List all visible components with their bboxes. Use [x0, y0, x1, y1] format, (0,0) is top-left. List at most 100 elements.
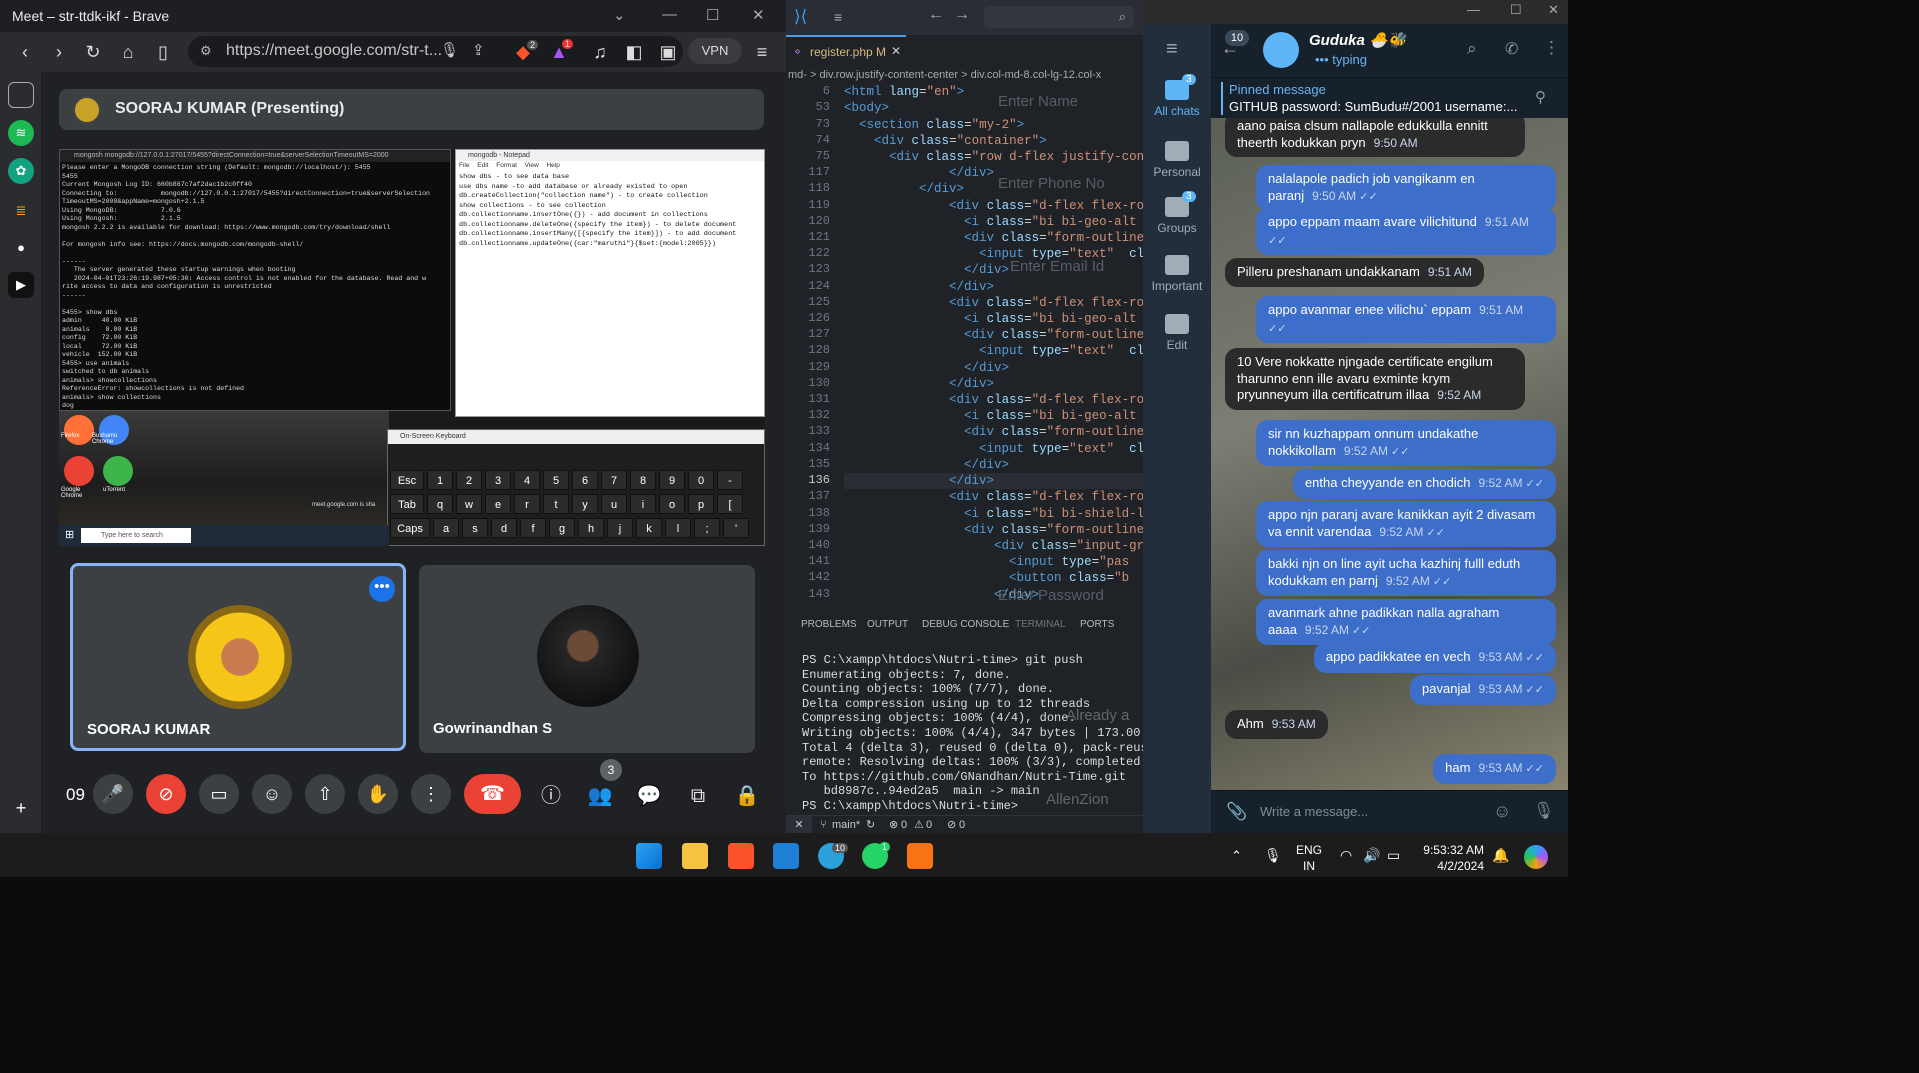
reactions-button[interactable]: ☺	[252, 774, 292, 814]
nav-back-icon[interactable]: ←	[928, 6, 944, 24]
participant-tile-self[interactable]: ••• SOORAJ KUMAR	[70, 563, 406, 751]
emoji-icon[interactable]: ☺	[1493, 801, 1511, 822]
spotify-icon[interactable]: ≋	[8, 120, 34, 146]
message-bubble[interactable]: nalalapole padich job vangikanm en paran…	[1256, 165, 1556, 211]
search-icon[interactable]: ⌕	[1467, 39, 1477, 59]
tab-output[interactable]: OUTPUT	[867, 619, 908, 630]
folder-personal[interactable]: Personal	[1145, 141, 1209, 179]
message-bubble[interactable]: appo njn paranj avare kanikkan ayit 2 di…	[1256, 501, 1556, 547]
nav-forward-icon[interactable]: →	[954, 6, 970, 24]
phone-icon[interactable]: ✆	[1505, 39, 1518, 59]
brave-icon[interactable]	[728, 843, 754, 869]
raise-hand-button[interactable]: ✋	[358, 774, 398, 814]
maximize-icon[interactable]: ☐	[706, 6, 719, 24]
error-count[interactable]: 0	[901, 816, 907, 834]
present-button[interactable]: ⇧	[305, 774, 345, 814]
captions-button[interactable]: ▭	[199, 774, 239, 814]
more-options-icon[interactable]: •••	[369, 576, 395, 602]
attach-icon[interactable]: 📎	[1226, 802, 1247, 822]
chevron-down-icon[interactable]: ⌄	[613, 6, 626, 24]
voice-mic-icon[interactable]: 🎙	[1533, 801, 1555, 821]
command-center[interactable]: ⌕	[984, 6, 1134, 28]
tab-terminal[interactable]: TERMINAL	[1015, 619, 1066, 630]
message-bubble[interactable]: avanmark ahne padikkan nalla agraham aaa…	[1256, 599, 1556, 645]
sync-icon[interactable]: ↻	[866, 816, 875, 834]
close-icon[interactable]: ✕	[752, 6, 765, 24]
pin-list-icon[interactable]: ⚲	[1535, 88, 1546, 106]
message-list[interactable]: aano paisa clsum nallapole edukkulla enn…	[1211, 118, 1568, 790]
tab-problems[interactable]: PROBLEMS	[801, 619, 857, 630]
tab-ports[interactable]: PORTS	[1080, 619, 1114, 630]
maximize-icon[interactable]: ☐	[1510, 2, 1522, 18]
close-tab-icon[interactable]: ✕	[891, 44, 901, 58]
warning-count[interactable]: 0	[926, 816, 932, 834]
people-icon[interactable]: 👥	[587, 783, 613, 809]
host-controls-icon[interactable]: 🔒	[734, 783, 760, 809]
activities-icon[interactable]: ⧉	[685, 783, 711, 809]
back-icon[interactable]: ‹	[14, 41, 36, 63]
share-icon[interactable]: ⇪	[472, 41, 485, 59]
pinned-message-bar[interactable]: Pinned message GITHUB password: SumBudu#…	[1211, 77, 1568, 118]
mic-icon[interactable]: 🎙	[440, 41, 459, 59]
system-clock[interactable]: 9:53:32 AM 4/2/2024	[1402, 842, 1484, 874]
message-bubble[interactable]: appo padikkatee en vech 9:53 AM ✓✓	[1313, 643, 1556, 673]
start-icon[interactable]	[636, 843, 662, 869]
github-icon[interactable]: ●	[8, 235, 34, 261]
chat-avatar[interactable]	[1263, 32, 1299, 68]
notification-bell-icon[interactable]: 🔔	[1492, 847, 1509, 864]
vscode-icon[interactable]	[773, 843, 799, 869]
ports-count[interactable]: 0	[959, 816, 965, 834]
chat-name[interactable]: Guduka 🐣🐝	[1309, 31, 1406, 49]
stackoverflow-icon[interactable]: ≣	[8, 198, 34, 224]
reading-list-icon[interactable]	[8, 82, 34, 108]
menu-icon[interactable]: ≡	[834, 9, 842, 25]
mic-tray-icon[interactable]: 🎙	[1264, 847, 1282, 864]
xampp-icon[interactable]	[907, 843, 933, 869]
tab-debug-console[interactable]: DEBUG CONSOLE	[922, 619, 1009, 630]
folder-all-chats[interactable]: All chats 3	[1145, 74, 1209, 118]
music-icon[interactable]: ♫	[589, 41, 611, 63]
minimize-icon[interactable]: —	[1467, 2, 1480, 17]
editor-tab[interactable]: ⋄ register.php M ✕	[786, 35, 906, 65]
folder-important[interactable]: Important	[1145, 255, 1209, 293]
message-input[interactable]: Write a message...	[1260, 804, 1368, 819]
more-options-button[interactable]: ⋮	[411, 774, 451, 814]
info-icon[interactable]: ⓘ	[538, 783, 564, 809]
hamburger-menu-icon[interactable]: ≡	[1166, 38, 1178, 61]
site-settings-icon[interactable]: ⚙	[200, 43, 212, 59]
wallet-icon[interactable]: ▣	[657, 41, 679, 63]
bookmark-icon[interactable]: ▯	[152, 41, 174, 63]
battery-icon[interactable]: ▭	[1387, 847, 1400, 864]
message-bubble[interactable]: Ahm 9:53 AM	[1225, 710, 1328, 739]
google-meet-icon[interactable]: ▶	[8, 272, 34, 298]
copilot-icon[interactable]	[1524, 845, 1548, 869]
language-indicator[interactable]: ENG IN	[1294, 842, 1324, 874]
file-explorer-icon[interactable]	[682, 843, 708, 869]
mic-button[interactable]: 🎤	[93, 774, 133, 814]
message-bubble[interactable]: Pilleru preshanam undakkanam 9:51 AM	[1225, 258, 1484, 287]
vpn-button[interactable]: VPN	[688, 38, 742, 64]
integrated-terminal[interactable]: PS C:\xampp\htdocs\Nutri-time> git push …	[786, 640, 1143, 815]
branch-name[interactable]: main*	[832, 816, 860, 834]
forward-icon[interactable]: ›	[48, 41, 70, 63]
participant-tile[interactable]: Gowrinandhan S	[419, 565, 755, 753]
more-vert-icon[interactable]: ⋮	[1543, 38, 1560, 58]
message-bubble[interactable]: appo eppam maam avare vilichitund 9:51 AM…	[1256, 208, 1556, 255]
message-bubble[interactable]: aano paisa clsum nallapole edukkulla enn…	[1225, 118, 1525, 157]
sidebar-toggle-icon[interactable]: ◧	[623, 41, 645, 63]
message-bubble[interactable]: ham 9:53 AM ✓✓	[1433, 754, 1556, 784]
close-icon[interactable]: ✕	[1548, 2, 1559, 18]
volume-icon[interactable]: 🔊	[1363, 847, 1380, 864]
message-bubble[interactable]: entha cheyyande en chodich 9:52 AM ✓✓	[1292, 469, 1556, 499]
message-bubble[interactable]: 10 Vere nokkatte njngade certificate eng…	[1225, 348, 1525, 410]
wifi-icon[interactable]: ◠	[1340, 847, 1352, 864]
camera-off-button[interactable]: ⊘	[146, 774, 186, 814]
chat-icon[interactable]: 💬	[636, 783, 662, 809]
message-bubble[interactable]: pavanjal 9:53 AM ✓✓	[1410, 675, 1556, 705]
folder-groups[interactable]: Groups 3	[1145, 191, 1209, 235]
minimize-icon[interactable]: —	[662, 6, 677, 23]
remote-icon[interactable]: ✕	[786, 816, 812, 833]
chevron-up-icon[interactable]: ⌃	[1231, 848, 1242, 864]
message-bubble[interactable]: sir nn kuzhappam onnum undakathe nokkiko…	[1256, 420, 1556, 466]
breadcrumb[interactable]: md- > div.row.justify-content-center > d…	[786, 66, 1143, 84]
